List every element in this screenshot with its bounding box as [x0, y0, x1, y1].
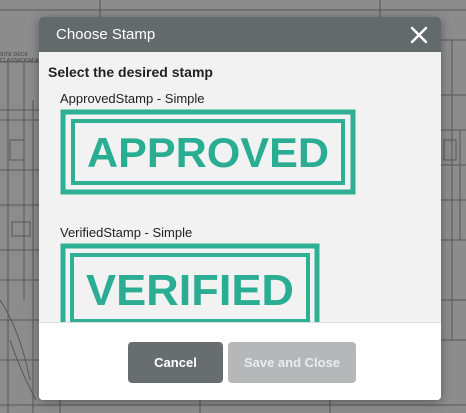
dialog-header: Choose Stamp: [39, 17, 441, 52]
approved-stamp-text: APPROVED: [87, 129, 329, 176]
approved-stamp-image[interactable]: APPROVED: [60, 109, 356, 195]
stamp-prompt: Select the desired stamp: [48, 64, 213, 80]
stamp-name: ApprovedStamp - Simple: [60, 91, 205, 106]
dialog-title: Choose Stamp: [56, 26, 156, 43]
verified-stamp-image[interactable]: VERIFIED: [60, 243, 320, 322]
verified-stamp-text: VERIFIED: [86, 266, 294, 315]
stamp-name: VerifiedStamp - Simple: [60, 225, 193, 240]
dialog-body: Select the desired stamp ApprovedStamp -…: [39, 52, 441, 322]
stamp-option-verified[interactable]: VerifiedStamp - Simple VERIFIED: [60, 224, 420, 322]
choose-stamp-dialog: Choose Stamp Select the desired stamp Ap…: [39, 17, 441, 400]
blueprint-label: CLASSROOM AN: [0, 58, 43, 64]
dialog-footer: Cancel Save and Close: [39, 322, 441, 400]
save-and-close-button[interactable]: Save and Close: [228, 342, 356, 383]
cancel-button[interactable]: Cancel: [128, 342, 223, 383]
close-button[interactable]: [408, 24, 430, 46]
stamp-option-approved[interactable]: ApprovedStamp - Simple APPROVED: [60, 90, 420, 195]
close-icon: [410, 26, 428, 44]
